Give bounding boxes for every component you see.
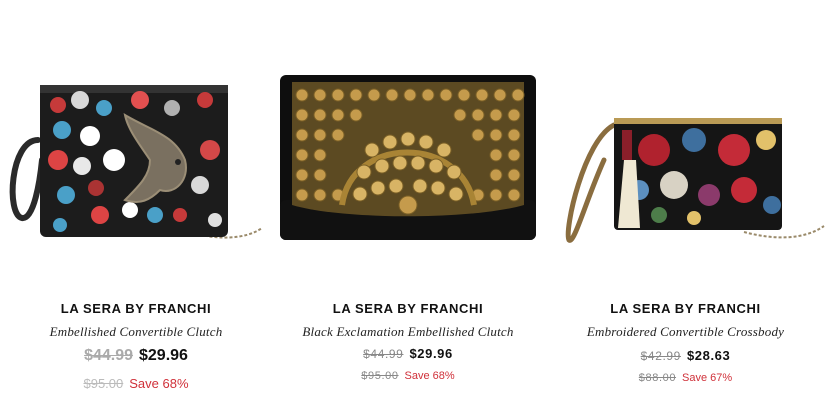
save-percent: Save 68% [404,370,455,382]
product-name[interactable]: Embroidered Convertible Crossbody [544,324,827,340]
product-brand[interactable]: LA SERA BY FRANCHI [272,301,544,316]
original-price: $95.00 [83,376,124,391]
was-price: $44.99 [84,347,133,364]
product-card-1[interactable]: LA SERA BY FRANCHI Embellished Convertib… [0,0,272,405]
price-row: $44.99 $29.96 [0,347,272,365]
product-brand[interactable]: LA SERA BY FRANCHI [0,301,272,316]
product-name[interactable]: Embellished Convertible Clutch [0,324,272,340]
product-image-crossbody-embroidered[interactable] [544,0,827,280]
savings-row: $95.00 Save 68% [0,375,272,393]
sale-price: $29.96 [139,347,188,364]
sale-price: $28.63 [686,348,731,363]
save-percent: Save 68% [129,376,189,391]
savings-row: $88.00 Save 67% [544,368,827,386]
save-percent: Save 67% [682,372,733,384]
was-price: $44.99 [363,347,404,361]
price-row: $44.99 $29.96 [272,345,544,363]
product-image-clutch-floral[interactable] [0,0,272,280]
original-price: $88.00 [638,372,677,384]
product-brand[interactable]: LA SERA BY FRANCHI [544,301,827,316]
was-price: $42.99 [640,349,681,363]
price-row: $42.99 $28.63 [544,347,827,365]
sale-price: $29.96 [409,346,453,361]
product-name[interactable]: Black Exclamation Embellished Clutch [272,324,544,340]
product-card-2[interactable]: LA SERA BY FRANCHI Black Exclamation Emb… [272,0,544,405]
product-card-3[interactable]: LA SERA BY FRANCHI Embroidered Convertib… [544,0,827,405]
savings-row: $95.00 Save 68% [272,366,544,384]
product-image-clutch-studded[interactable] [272,0,544,280]
original-price: $95.00 [361,370,399,382]
